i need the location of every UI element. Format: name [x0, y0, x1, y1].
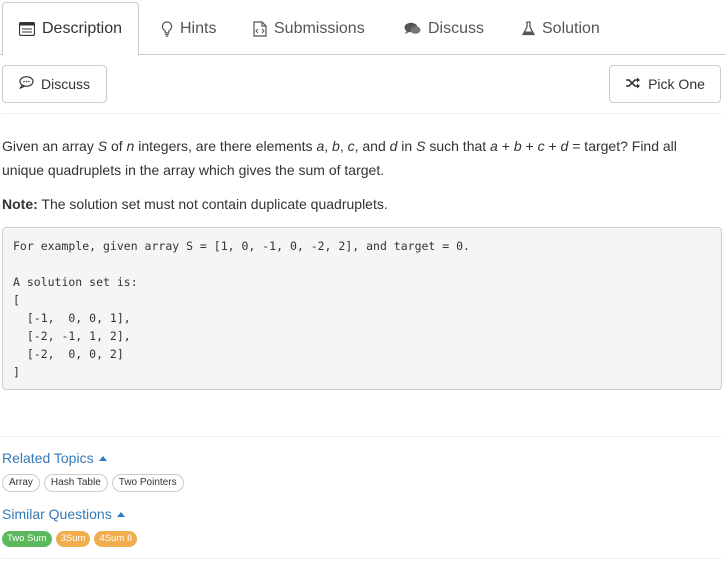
problem-note: Note: The solution set must not contain …	[2, 192, 702, 216]
note-text: The solution set must not contain duplic…	[37, 196, 388, 212]
lightbulb-icon	[161, 20, 173, 37]
tab-label: Discuss	[428, 19, 485, 37]
tab-label: Submissions	[274, 19, 365, 37]
tab-discuss[interactable]: Discuss	[404, 2, 484, 55]
pick-one-button[interactable]: Pick One	[609, 65, 721, 103]
flask-icon	[522, 21, 535, 36]
similar-questions-list: Two Sum 3Sum 4Sum II	[2, 531, 138, 547]
pick-one-button-label: Pick One	[648, 76, 705, 92]
comments-icon	[404, 22, 421, 36]
shuffle-icon	[625, 76, 641, 92]
caret-up-icon	[116, 511, 125, 517]
problem-description: Given an array S of n integers, are ther…	[2, 138, 677, 178]
divider	[2, 113, 722, 114]
description-icon	[18, 22, 35, 36]
tab-label: Description	[41, 20, 123, 37]
note-label: Note:	[2, 196, 38, 212]
topic-tag[interactable]: Array	[2, 474, 40, 492]
discuss-button-label: Discuss	[40, 76, 90, 92]
problem-tabs: Description Hints Submissions Discuss So…	[0, 0, 726, 56]
comment-icon	[19, 76, 34, 92]
tab-submissions[interactable]: Submissions	[253, 2, 365, 55]
tab-hints[interactable]: Hints	[161, 2, 216, 55]
similar-question-badge[interactable]: 4Sum II	[94, 531, 138, 547]
tab-description[interactable]: Description	[2, 2, 139, 56]
tab-label: Solution	[542, 19, 600, 37]
code-file-icon	[253, 20, 267, 37]
tab-label: Hints	[180, 19, 217, 37]
caret-up-icon	[98, 455, 107, 461]
topic-tag[interactable]: Hash Table	[43, 474, 108, 492]
similar-questions-toggle[interactable]: Similar Questions	[2, 506, 125, 522]
tab-solution[interactable]: Solution	[522, 2, 600, 55]
related-topics-list: Array Hash Table Two Pointers	[2, 474, 184, 492]
discuss-button[interactable]: Discuss	[2, 65, 107, 103]
divider	[2, 436, 722, 437]
divider	[2, 558, 722, 559]
related-topics-toggle[interactable]: Related Topics	[2, 450, 107, 466]
similar-questions-title: Similar Questions	[2, 506, 112, 522]
example-code-block: For example, given array S = [1, 0, -1, …	[2, 227, 722, 390]
topic-tag[interactable]: Two Pointers	[111, 474, 184, 492]
related-topics-title: Related Topics	[2, 450, 94, 466]
similar-question-badge[interactable]: 3Sum	[55, 531, 91, 547]
similar-question-badge[interactable]: Two Sum	[2, 531, 52, 547]
